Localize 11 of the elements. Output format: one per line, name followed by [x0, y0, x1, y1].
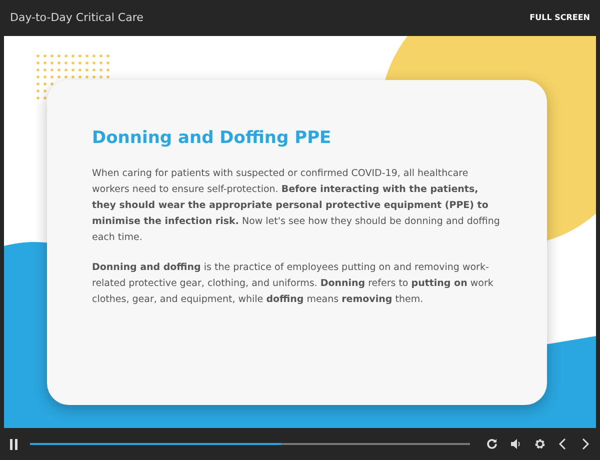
- course-title: Day-to-Day Critical Care: [10, 10, 144, 26]
- full-screen-button[interactable]: FULL SCREEN: [530, 12, 590, 24]
- body-paragraph: When caring for patients with suspected or confirmed COVID-19, all healthcare workers need to ensure self-protection. Before interacting with the patients, they should wear the appropriate personal protective equipment (PPE) to minimise the infection risk. Now let's see how they should be donning and doffing each time.: [92, 166, 501, 244]
- settings-icon[interactable]: [534, 438, 546, 450]
- next-icon[interactable]: [580, 438, 590, 450]
- previous-icon[interactable]: [558, 438, 568, 450]
- replay-icon[interactable]: [486, 438, 498, 450]
- volume-icon[interactable]: [510, 438, 522, 450]
- pause-button[interactable]: [8, 437, 20, 451]
- slide-heading: Donning and Doffing PPE: [92, 127, 332, 150]
- body-paragraph: Donning and doffing is the practice of employees putting on and removing work-related protective gear, clothing, and uniforms. Donning refers to putting on work clothes, gear, and equipment, while doffing means removing them.: [92, 260, 494, 306]
